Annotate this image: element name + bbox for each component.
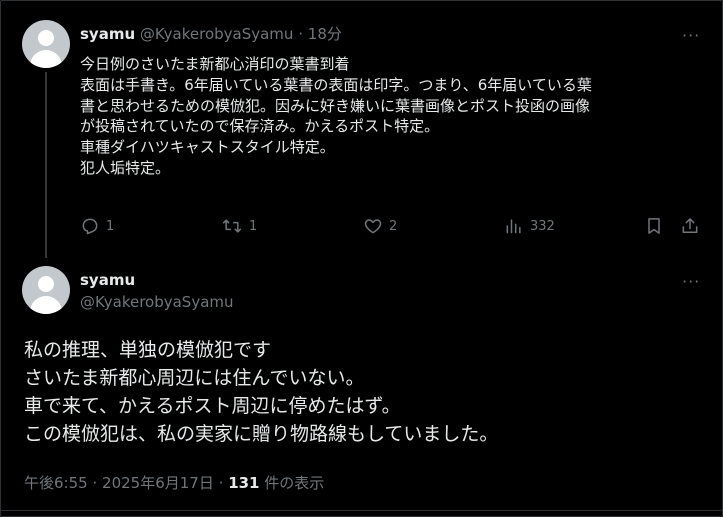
reply-body: 今日例のさいたま新都心消印の葉書到着 表面は手書き。6年届いている葉書の表面は印… xyxy=(80,54,700,179)
main-author-handle[interactable]: @KyakerobyaSyamu xyxy=(80,293,234,311)
reply-meta-separator: · xyxy=(298,25,303,43)
reply-text-line: が投稿されていたので保存済み。かえるポスト特定。 xyxy=(80,117,440,136)
main-text-line: 車で来て、かえるポスト周辺に停めたはず。 xyxy=(24,395,401,417)
avatar-head-shape xyxy=(38,276,54,292)
avatar-head-shape xyxy=(38,30,54,46)
footer-separator: · xyxy=(92,474,98,492)
post-views-count: 131 xyxy=(228,474,260,492)
share-icon xyxy=(682,218,698,233)
reply-timestamp[interactable]: 18分 xyxy=(308,25,342,43)
views-icon xyxy=(506,219,521,234)
repost-icon xyxy=(222,219,242,233)
repost-button[interactable]: 1 xyxy=(221,214,257,238)
main-text-line: さいたま新都心周辺には住んでいない。 xyxy=(24,367,365,389)
bookmark-icon xyxy=(648,218,660,234)
reply-more-icon[interactable]: ··· xyxy=(682,28,700,44)
reply-text-line: 表面は手書き。6年届いている葉書の表面は印字。つまり、6年届いている葉 xyxy=(80,75,592,94)
main-author-name-line: syamu xyxy=(80,270,135,290)
share-button[interactable] xyxy=(680,214,700,238)
avatar-body-shape xyxy=(30,296,62,314)
main-author-handle-line: @KyakerobyaSyamu xyxy=(80,292,234,312)
like-count: 2 xyxy=(389,218,398,234)
reply-text-line: 今日例のさいたま新都心消印の葉書到着 xyxy=(80,55,350,73)
reply-avatar[interactable] xyxy=(22,20,70,68)
post-time[interactable]: 午後6:55 xyxy=(24,474,88,492)
reply-action-bar: 1 1 2 332 xyxy=(80,214,702,238)
footer-separator: · xyxy=(218,474,224,492)
main-more-icon[interactable]: ··· xyxy=(682,274,700,290)
post-views-label: 件の表示 xyxy=(264,474,325,492)
reply-count: 1 xyxy=(106,218,115,234)
main-text-line: この模倣犯は、私の実家に贈り物路線もしていました。 xyxy=(24,423,499,445)
main-avatar[interactable] xyxy=(22,266,70,314)
main-author-name[interactable]: syamu xyxy=(80,271,135,289)
avatar-body-shape xyxy=(30,50,62,68)
repost-count: 1 xyxy=(249,218,258,234)
like-icon xyxy=(364,219,382,234)
reply-text-line: 書と思わせるための模倣犯。因みに好き嫌いに葉書画像とポスト投函の画像 xyxy=(80,96,591,115)
post-date[interactable]: 2025年6月17日 xyxy=(102,474,214,492)
views-count: 332 xyxy=(530,218,555,234)
reply-icon xyxy=(82,218,98,235)
reply-text-line: 犯人垢特定。 xyxy=(80,158,171,177)
main-post-footer: 午後6:55 · 2025年6月17日 · 131 件の表示 xyxy=(24,473,324,493)
reply-meta: syamu @KyakerobyaSyamu · 18分 xyxy=(80,24,342,44)
bookmark-button[interactable] xyxy=(644,214,664,238)
main-body: 私の推理、単独の模倣犯です さいたま新都心周辺には住んでいない。 車で来て、かえ… xyxy=(24,336,704,448)
reply-author-handle[interactable]: @KyakerobyaSyamu xyxy=(140,25,294,43)
reply-button[interactable]: 1 xyxy=(80,214,114,238)
reply-text-line: 車種ダイハツキャストスタイル特定。 xyxy=(80,138,335,157)
reply-author-name[interactable]: syamu xyxy=(80,25,135,43)
main-text-line: 私の推理、単独の模倣犯です xyxy=(24,339,272,361)
bottom-divider xyxy=(0,510,723,511)
like-button[interactable]: 2 xyxy=(363,214,397,238)
thread-connector-line xyxy=(45,72,47,258)
views-button[interactable]: 332 xyxy=(504,214,555,238)
